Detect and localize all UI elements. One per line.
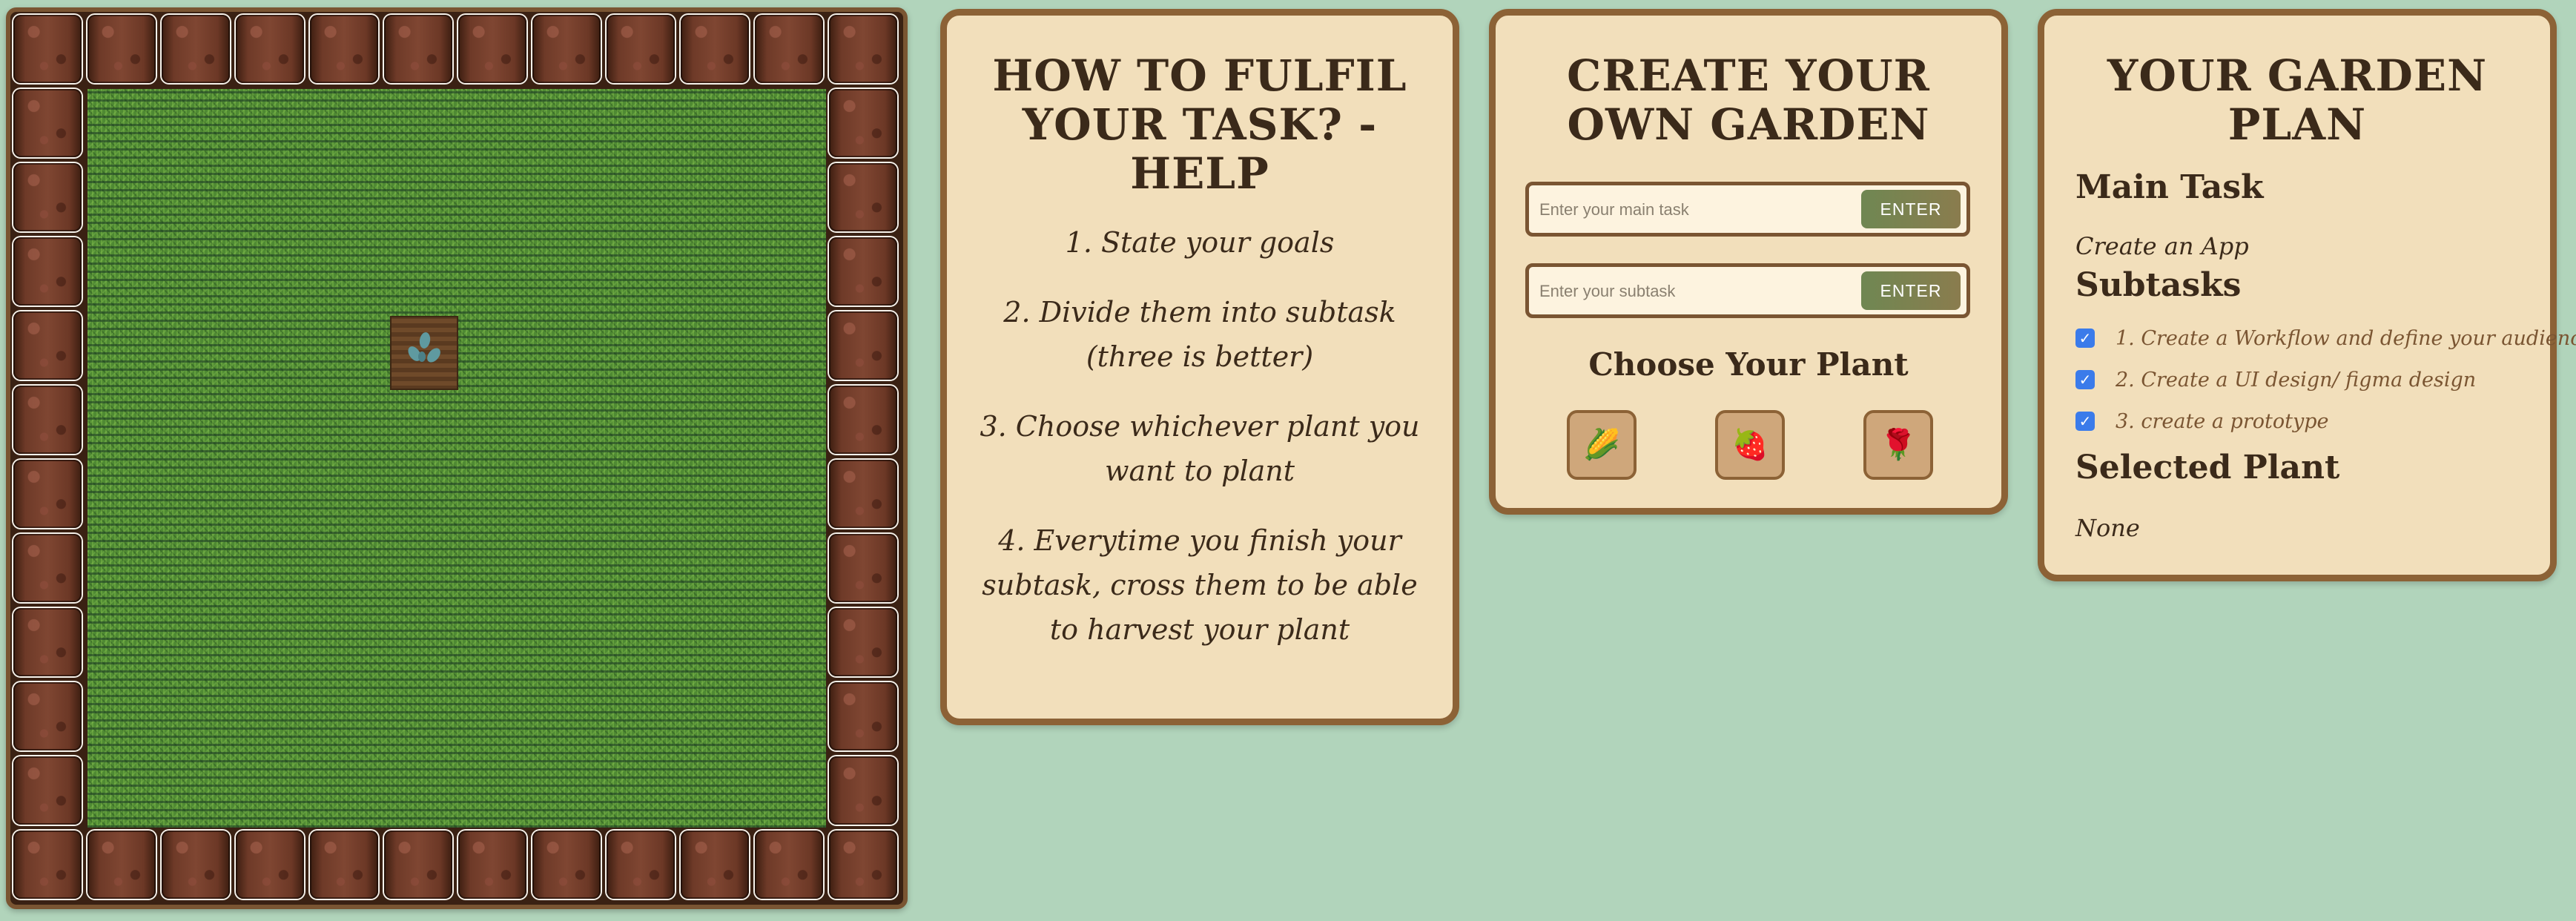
selected-plant-heading: Selected Plant <box>2075 449 2340 486</box>
help-step: 4. Everytime you finish your subtask, cr… <box>982 524 1418 646</box>
subtask-label: 3. create a prototype <box>2116 410 2329 433</box>
help-steps: 1. State your goals 2. Divide them into … <box>947 220 1453 652</box>
soil-tile <box>13 608 82 676</box>
main-task-enter-button[interactable]: ENTER <box>1861 190 1961 228</box>
soil-tile <box>755 831 823 899</box>
soil-tile <box>829 386 897 454</box>
soil-tile <box>829 15 897 83</box>
soil-tile <box>87 15 156 83</box>
soil-tile <box>384 15 452 83</box>
soil-tile <box>13 15 82 83</box>
subtask-enter-button[interactable]: ENTER <box>1861 271 1961 310</box>
soil-tile <box>829 460 897 528</box>
strawberry-icon: 🍓 <box>1731 429 1768 461</box>
soil-tile <box>310 15 378 83</box>
soil-tile <box>532 831 601 899</box>
selected-plant-value: None <box>2075 514 2140 542</box>
soil-tile <box>236 831 304 899</box>
subtask-input[interactable] <box>1538 274 1852 308</box>
soil-tile <box>829 534 897 602</box>
soil-tile <box>87 831 156 899</box>
planted-seedling-plot[interactable] <box>390 316 458 390</box>
strawberry-plant-button[interactable]: 🍓 <box>1715 410 1785 480</box>
soil-tile <box>755 15 823 83</box>
soil-tile <box>681 831 749 899</box>
rose-plant-button[interactable]: 🌹 <box>1863 410 1933 480</box>
garden-grass-field[interactable] <box>87 89 826 828</box>
soil-tile <box>829 237 897 306</box>
soil-tile <box>310 831 378 899</box>
corn-icon: 🌽 <box>1583 429 1620 461</box>
soil-tile <box>13 163 82 231</box>
choose-plant-title: Choose Your Plant <box>1588 346 1909 383</box>
subtask-row: ENTER <box>1525 263 1970 318</box>
soil-tile <box>829 608 897 676</box>
soil-tile <box>13 756 82 825</box>
soil-tile <box>384 831 452 899</box>
soil-tile <box>13 386 82 454</box>
help-title: HOW TO FULFIL YOUR TASK? - HELP <box>992 50 1407 199</box>
help-step: 3. Choose whichever plant you want to pl… <box>980 410 1420 487</box>
soil-tile <box>829 831 897 899</box>
subtasks-heading: Subtasks <box>2075 266 2242 304</box>
soil-tile <box>829 682 897 750</box>
help-step: 1. State your goals <box>1065 226 1335 259</box>
main-task-row: ENTER <box>1525 182 1970 237</box>
soil-tile <box>162 831 230 899</box>
soil-tile <box>13 89 82 157</box>
soil-tile <box>532 15 601 83</box>
soil-tile <box>458 831 526 899</box>
rose-icon: 🌹 <box>1880 429 1917 461</box>
soil-tile <box>829 89 897 157</box>
soil-tile <box>607 831 675 899</box>
plan-title: YOUR GARDEN PLAN <box>2107 50 2488 150</box>
soil-tile <box>13 534 82 602</box>
seedling-icon <box>405 326 443 371</box>
soil-tile <box>13 831 82 899</box>
create-title: CREATE YOUR OWN GARDEN <box>1567 50 1930 150</box>
corn-plant-button[interactable]: 🌽 <box>1567 410 1637 480</box>
garden-grid[interactable] <box>6 7 908 909</box>
soil-tile <box>681 15 749 83</box>
subtask-checkbox[interactable]: ✓ <box>2075 370 2095 389</box>
soil-tile <box>458 15 526 83</box>
soil-tile <box>236 15 304 83</box>
main-task-heading: Main Task <box>2075 168 2264 206</box>
subtask-checkbox[interactable]: ✓ <box>2075 329 2095 348</box>
soil-tile <box>829 163 897 231</box>
garden-plan-card: YOUR GARDEN PLAN Main Task Create an App… <box>2038 9 2576 581</box>
soil-tile <box>13 311 82 380</box>
soil-tile <box>829 756 897 825</box>
soil-tile <box>607 15 675 83</box>
soil-tile <box>829 311 897 380</box>
main-task-value: Create an App <box>2075 232 2249 260</box>
soil-tile <box>162 15 230 83</box>
main-task-input[interactable] <box>1538 193 1852 227</box>
soil-tile <box>13 682 82 750</box>
help-step: 2. Divide them into subtask (three is be… <box>1003 296 1396 373</box>
help-card: HOW TO FULFIL YOUR TASK? - HELP 1. State… <box>940 9 1459 725</box>
create-garden-card: CREATE YOUR OWN GARDEN ENTER ENTER Choos… <box>1489 9 2008 515</box>
subtask-label: 2. Create a UI design/ figma design <box>2116 369 2477 392</box>
subtask-checkbox[interactable]: ✓ <box>2075 412 2095 431</box>
subtask-label: 1. Create a Workflow and define your aud… <box>2116 327 2576 350</box>
soil-tile <box>13 237 82 306</box>
soil-tile <box>13 460 82 528</box>
